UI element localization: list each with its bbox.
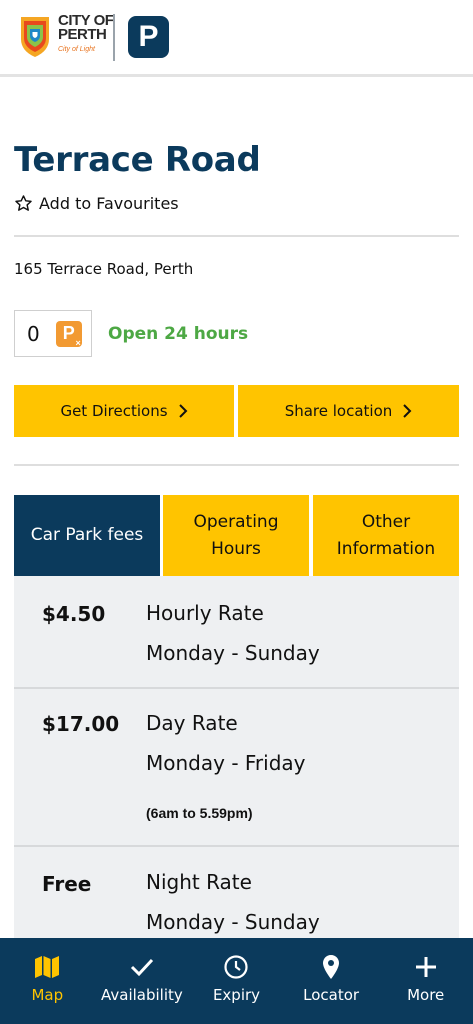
tab-label: Car Park fees [30, 525, 144, 545]
nav-map[interactable]: Map [0, 938, 95, 1024]
nav-label: Map [31, 986, 64, 1004]
fee-days: Monday - Friday [146, 751, 306, 775]
nav-expiry[interactable]: Expiry [189, 938, 284, 1024]
fee-name: Hourly Rate [146, 601, 264, 625]
logo-wordmark: CITY OF PERTH City of Light [58, 13, 114, 57]
fee-divider [14, 687, 459, 689]
map-icon [35, 956, 60, 978]
get-directions-button[interactable]: Get Directions [14, 385, 234, 437]
tab-label: Operating Hours [193, 511, 279, 559]
logo-tagline: City of Light [58, 46, 95, 53]
bottom-navigation: Map Availability Expiry Locator More [0, 938, 473, 1024]
clock-icon [224, 955, 249, 979]
parking-badge: P [128, 16, 169, 58]
city-of-perth-logo-icon [21, 17, 49, 57]
fee-name: Night Rate [146, 870, 252, 894]
carpark-address: 165 Terrace Road, Perth [14, 260, 194, 278]
page-title: Terrace Road [14, 140, 261, 180]
divider [14, 235, 459, 237]
location-pin-icon [323, 955, 340, 979]
check-icon [130, 958, 153, 977]
header-bottom-border [0, 74, 473, 77]
nav-label: Locator [303, 986, 360, 1004]
fee-price: $4.50 [42, 602, 106, 626]
nav-label: More [407, 986, 445, 1004]
tab-other-information[interactable]: Other Information [313, 495, 459, 576]
favourites-label: Add to Favourites [39, 194, 179, 213]
fee-divider [14, 845, 459, 847]
parking-unavailable-icon: P × [55, 320, 82, 348]
fees-panel: $4.50 Hourly Rate Monday - Sunday $17.00… [14, 576, 459, 946]
fee-price: $17.00 [42, 712, 120, 736]
header-divider [113, 14, 115, 61]
fee-price: Free [42, 872, 92, 896]
chevron-right-icon [403, 404, 412, 418]
tab-label: Other Information [336, 511, 436, 559]
fee-days: Monday - Sunday [146, 641, 320, 665]
divider [14, 464, 459, 466]
fee-note: (6am to 5.59pm) [146, 805, 253, 821]
logo-line2: PERTH [58, 26, 107, 43]
nav-locator[interactable]: Locator [284, 938, 379, 1024]
share-location-button[interactable]: Share location [238, 385, 459, 437]
tab-car-park-fees[interactable]: Car Park fees [14, 495, 160, 576]
available-count: 0 [27, 321, 40, 346]
nav-availability[interactable]: Availability [95, 938, 190, 1024]
nav-label: Expiry [212, 986, 261, 1004]
nav-more[interactable]: More [378, 938, 473, 1024]
add-to-favourites-button[interactable]: Add to Favourites [14, 194, 179, 213]
tab-operating-hours[interactable]: Operating Hours [163, 495, 309, 576]
fee-name: Day Rate [146, 711, 238, 735]
star-outline-icon [15, 195, 32, 211]
plus-icon [415, 957, 436, 977]
hours-status: Open 24 hours [108, 324, 249, 344]
nav-label: Availability [101, 986, 183, 1004]
share-location-label: Share location [284, 402, 393, 420]
fee-days: Monday - Sunday [146, 910, 320, 934]
get-directions-label: Get Directions [60, 402, 168, 420]
app-header: CITY OF PERTH City of Light P [0, 0, 473, 74]
available-bays-counter: 0 P × [14, 310, 92, 357]
chevron-right-icon [178, 404, 187, 418]
